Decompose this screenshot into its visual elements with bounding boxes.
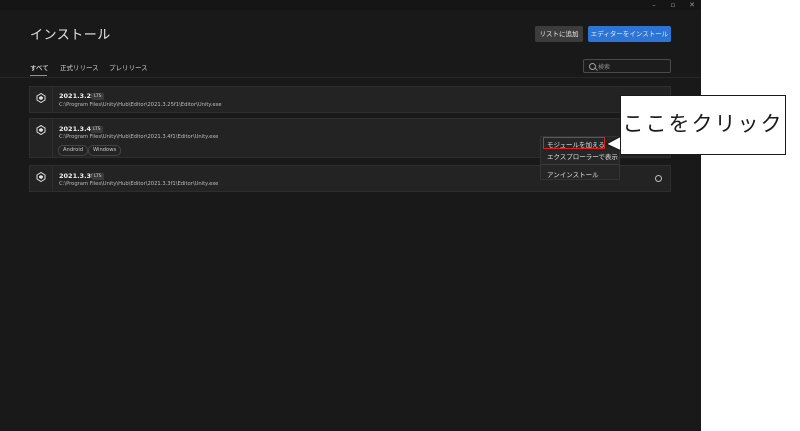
add-to-list-button[interactable]: リストに追加 — [535, 26, 583, 42]
unity-hub-window: – ▫ ✕ インストール リストに追加 エディターをインストール すべて 正式リ… — [0, 0, 701, 431]
menu-item-show-in-explorer[interactable]: エクスプローラーで表示 — [547, 151, 618, 161]
lts-badge: LTS — [91, 126, 103, 133]
card-icon-area — [30, 119, 53, 157]
install-path: C:\Program Files\Unity\Hub\Editor\2021.3… — [59, 181, 219, 187]
install-editor-button[interactable]: エディターをインストール — [588, 26, 671, 42]
menu-item-uninstall[interactable]: アンインストール — [547, 169, 599, 179]
minimize-button[interactable]: – — [646, 0, 662, 10]
active-tab-indicator — [30, 75, 47, 76]
tab-official-releases[interactable]: 正式リリース — [60, 62, 99, 72]
tab-divider — [0, 77, 701, 78]
annotation-callout: ここをクリック — [620, 95, 786, 155]
lts-badge: LTS — [92, 93, 104, 100]
search-input[interactable]: 検索 — [583, 59, 671, 73]
search-placeholder: 検索 — [598, 64, 611, 71]
lts-badge: LTS — [92, 173, 104, 180]
page-title: インストール — [30, 28, 111, 43]
gear-icon[interactable] — [655, 175, 662, 182]
card-icon-area — [30, 87, 53, 112]
install-path: C:\Program Files\Unity\Hub\Editor\2021.3… — [59, 134, 219, 140]
module-chip-android: Android — [58, 145, 89, 156]
install-path: C:\Program Files\Unity\Hub\Editor\2021.3… — [59, 102, 222, 108]
annotation-highlight-box — [543, 137, 605, 149]
callout-text: ここをクリック — [622, 112, 784, 136]
menu-separator — [541, 164, 619, 165]
unity-logo-icon — [36, 93, 46, 103]
install-row-2021-3-25f1[interactable]: 2021.3.25f1 LTS C:\Program Files\Unity\H… — [29, 86, 671, 113]
close-button[interactable]: ✕ — [684, 0, 700, 10]
tab-all[interactable]: すべて — [30, 62, 49, 72]
unity-logo-icon — [36, 172, 46, 182]
title-bar: – ▫ ✕ — [0, 0, 701, 10]
tab-pre-releases[interactable]: プレリリース — [109, 62, 148, 72]
maximize-button[interactable]: ▫ — [665, 0, 681, 10]
unity-logo-icon — [36, 125, 46, 135]
card-icon-area — [30, 166, 53, 191]
module-chip-windows: Windows — [88, 145, 122, 156]
search-icon — [589, 63, 596, 70]
